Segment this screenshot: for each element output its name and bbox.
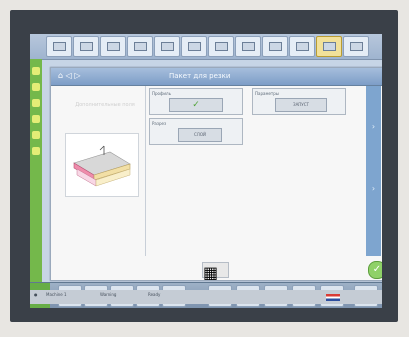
scroll-down-icon[interactable]: ›	[369, 184, 378, 193]
toolbar-icon-4	[134, 42, 147, 51]
parameters-card-title: Параметры	[255, 91, 279, 96]
sidebar-item-5[interactable]	[32, 131, 40, 139]
ok-button[interactable]: ✓	[368, 261, 382, 279]
dialog-title-bar: ⌂ ◁ ▷ Пакет для резки	[51, 68, 382, 86]
sidebar-item-4[interactable]	[32, 115, 40, 123]
toolbar-button-8[interactable]	[235, 36, 261, 57]
sidebar-item-1[interactable]	[32, 67, 40, 75]
status-ready: Ready	[148, 292, 161, 297]
toolbar-button-4[interactable]	[127, 36, 153, 57]
profile-check-button[interactable]: ✓	[169, 98, 223, 112]
toolbar-icon-9	[269, 42, 282, 51]
toolbar-button-3[interactable]	[100, 36, 126, 57]
material-diagram	[65, 133, 139, 197]
left-panel-label: Дополнительные поля	[75, 102, 135, 108]
language-flag[interactable]	[326, 294, 340, 301]
status-warning: Warning	[100, 292, 117, 297]
right-scrollbar[interactable]: › ›	[366, 86, 381, 256]
dialog-nav-icons[interactable]: ⌂ ◁ ▷	[58, 71, 80, 80]
toolbar-icon-11	[323, 42, 336, 51]
profile-card: Профиль ✓	[149, 88, 243, 115]
top-toolbar	[30, 34, 382, 60]
toolbar-icon-10	[296, 42, 309, 51]
profile-card-title: Профиль	[152, 91, 171, 96]
layer-button[interactable]: СЛОЙ	[178, 128, 222, 142]
dialog-title: Пакет для резки	[169, 72, 231, 80]
toolbar-icon-12	[350, 42, 363, 51]
toolbar-button-12[interactable]	[343, 36, 369, 57]
sidebar-item-6[interactable]	[32, 147, 40, 155]
dialog-window: ⌂ ◁ ▷ Пакет для резки Дополнительные пол…	[50, 67, 382, 282]
toolbar-button-10[interactable]	[289, 36, 315, 57]
toolbar-button-2[interactable]	[73, 36, 99, 57]
toolbar-icon-3	[107, 42, 120, 51]
toolbar-button-6[interactable]	[181, 36, 207, 57]
cut-card: Разрез СЛОЙ	[149, 118, 243, 145]
status-indicator: ●	[34, 292, 38, 297]
toolbar-button-11-active[interactable]	[316, 36, 342, 57]
bottom-middle-button[interactable]: ▦	[202, 262, 229, 282]
screen-area: ⌂ ◁ ▷ Пакет для резки Дополнительные пол…	[30, 34, 382, 308]
status-machine: Machine 1	[46, 292, 67, 297]
toolbar-icon-5	[161, 42, 174, 51]
left-sidebar	[30, 59, 42, 282]
panel-divider	[145, 86, 146, 256]
scroll-up-icon[interactable]: ›	[369, 122, 378, 131]
toolbar-button-5[interactable]	[154, 36, 180, 57]
parameters-card: Параметры ЗАПУСТ	[252, 88, 346, 115]
sidebar-item-2[interactable]	[32, 83, 40, 91]
toolbar-icon-8	[242, 42, 255, 51]
cut-card-title: Разрез	[152, 121, 167, 126]
toolbar-icon-6	[188, 42, 201, 51]
parameters-button[interactable]: ЗАПУСТ	[275, 98, 327, 112]
layered-material-illustration	[73, 145, 131, 187]
toolbar-button-1[interactable]	[46, 36, 72, 57]
toolbar-icon-7	[215, 42, 228, 51]
toolbar-button-9[interactable]	[262, 36, 288, 57]
sidebar-item-3[interactable]	[32, 99, 40, 107]
toolbar-icon-2	[80, 42, 93, 51]
toolbar-icon-1	[53, 42, 66, 51]
toolbar-button-7[interactable]	[208, 36, 234, 57]
